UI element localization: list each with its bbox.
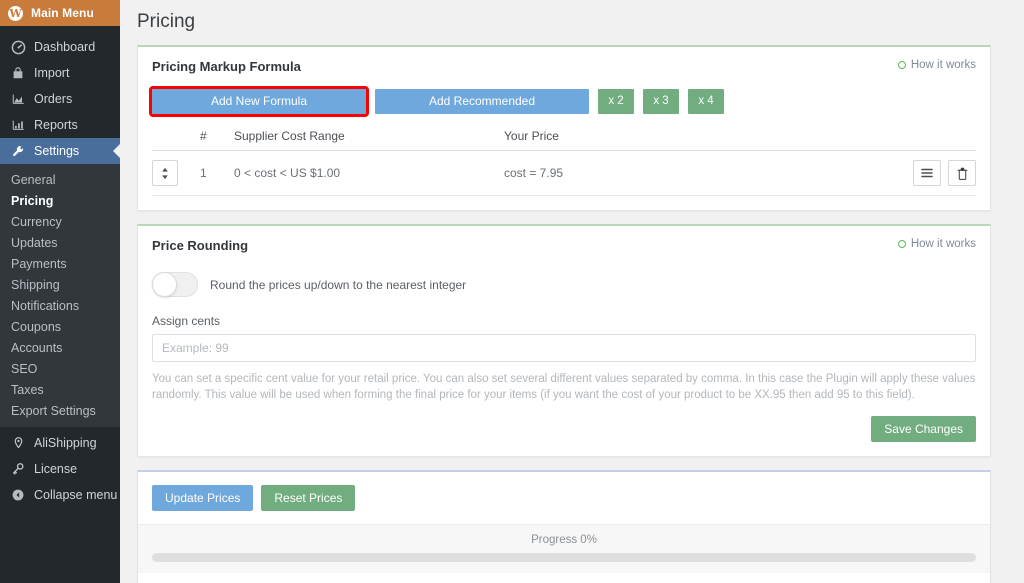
sidebar-subitem-updates[interactable]: Updates [0, 232, 120, 253]
sidebar-subitem-taxes[interactable]: Taxes [0, 379, 120, 400]
sidebar-subitem-seo[interactable]: SEO [0, 358, 120, 379]
info-circle-icon [897, 240, 906, 248]
bag-icon [9, 65, 27, 81]
hamburger-icon[interactable] [913, 160, 941, 186]
column-header-number: # [200, 129, 234, 151]
sidebar-item-label: Orders [34, 92, 73, 106]
sidebar-item-label: AliShipping [34, 436, 97, 450]
column-header-your-price: Your Price [504, 129, 804, 151]
multiplier-x3-button[interactable]: x 3 [643, 89, 679, 114]
column-header-actions [804, 129, 976, 151]
sidebar-subitem-general[interactable]: General [0, 169, 120, 190]
sidebar-item-label: Import [34, 66, 70, 80]
column-header-supplier-cost-range: Supplier Cost Range [234, 129, 504, 151]
app-window: W Main Menu Dashboard Import Orders Repo… [0, 0, 1024, 583]
assign-cents-label: Assign cents [152, 314, 221, 328]
sidebar-main-menu-header[interactable]: W Main Menu [0, 0, 120, 26]
column-header-handle [152, 129, 200, 151]
save-changes-button[interactable]: Save Changes [871, 416, 976, 442]
multiplier-x4-button[interactable]: x 4 [688, 89, 724, 114]
sidebar-item-settings[interactable]: Settings [0, 138, 121, 164]
row-your-price: cost = 7.95 [504, 150, 804, 196]
how-it-works-label: How it works [910, 238, 976, 250]
sidebar-item-label: License [34, 462, 78, 476]
round-prices-toggle-label: Round the prices up/down to the nearest … [210, 277, 467, 292]
main-content: Pricing Pricing Markup Formula How it wo… [120, 0, 1024, 583]
sidebar-item-orders[interactable]: Orders [0, 86, 120, 112]
toggle-knob [152, 272, 177, 297]
sidebar-item-label: Collapse menu [34, 488, 118, 502]
wordpress-logo-icon: W [8, 5, 23, 21]
sidebar-subitem-coupons[interactable]: Coupons [0, 316, 120, 337]
collapse-arrow-icon [9, 487, 27, 503]
sidebar-item-license[interactable]: License [0, 456, 120, 482]
assign-cents-input[interactable] [152, 334, 976, 362]
pricing-markup-formula-panel: Pricing Markup Formula How it works Add … [137, 45, 991, 211]
gauge-icon [9, 39, 27, 55]
price-action-buttons: Update Prices Reset Prices [152, 485, 976, 511]
progress-bar [152, 553, 976, 562]
main-menu-label: Main Menu [31, 6, 94, 20]
reset-prices-button[interactable]: Reset Prices [261, 485, 356, 511]
sidebar-subitem-accounts[interactable]: Accounts [0, 337, 120, 358]
update-prices-button[interactable]: Update Prices [152, 485, 254, 511]
row-actions-cell [804, 150, 976, 196]
price-actions-panel: Update Prices Reset Prices Progress 0% [137, 470, 991, 583]
sidebar-subitem-export-settings[interactable]: Export Settings [0, 400, 120, 421]
formula-table: # Supplier Cost Range Your Price 1 0 < c… [152, 129, 976, 196]
sidebar: W Main Menu Dashboard Import Orders Repo… [0, 0, 121, 583]
page-title: Pricing [137, 11, 196, 32]
assign-cents-help-text: You can set a specific cent value for yo… [152, 373, 976, 401]
wrench-icon [9, 143, 27, 159]
info-circle-icon [897, 61, 906, 69]
price-rounding-panel: Price Rounding How it works Round the pr… [137, 224, 991, 457]
area-chart-icon [9, 91, 27, 107]
key-icon [9, 461, 27, 477]
row-supplier-cost-range: 0 < cost < US $1.00 [234, 150, 504, 196]
table-row: 1 0 < cost < US $1.00 cost = 7.95 [152, 150, 976, 196]
sidebar-subitem-shipping[interactable]: Shipping [0, 274, 120, 295]
save-row: Save Changes [152, 416, 976, 442]
sidebar-subitem-payments[interactable]: Payments [0, 253, 120, 274]
round-prices-toggle[interactable] [152, 272, 198, 297]
formula-table-body: 1 0 < cost < US $1.00 cost = 7.95 [152, 150, 976, 196]
sort-updown-icon[interactable] [152, 160, 178, 186]
sidebar-item-alishipping[interactable]: AliShipping [0, 430, 120, 456]
sidebar-settings-submenu: General Pricing Currency Updates Payment… [0, 164, 120, 427]
how-it-works-label: How it works [910, 59, 976, 71]
sidebar-subitem-pricing[interactable]: Pricing [0, 190, 120, 211]
how-it-works-link-rounding[interactable]: How it works [897, 238, 976, 250]
sidebar-bottom-nav: AliShipping License Collapse menu [0, 427, 120, 508]
progress-label: Progress 0% [531, 534, 597, 546]
row-number: 1 [200, 150, 234, 196]
sidebar-item-label: Dashboard [34, 40, 96, 54]
multiplier-x2-button[interactable]: x 2 [598, 89, 634, 114]
row-handle-cell [152, 150, 200, 196]
formula-action-buttons: Add New Formula Add Recommended x 2 x 3 … [149, 86, 976, 117]
panel-title-markup-formula: Pricing Markup Formula [152, 59, 301, 74]
bar-chart-icon [9, 117, 27, 133]
location-pin-icon [9, 435, 27, 451]
sidebar-subitem-currency[interactable]: Currency [0, 211, 120, 232]
table-header-row: # Supplier Cost Range Your Price [152, 129, 976, 151]
sidebar-subitem-notifications[interactable]: Notifications [0, 295, 120, 316]
sidebar-main-nav: Dashboard Import Orders Reports Settings [0, 26, 121, 164]
how-it-works-link-markup[interactable]: How it works [897, 59, 976, 71]
progress-section: Progress 0% [138, 524, 990, 573]
sidebar-item-label: Reports [34, 118, 78, 132]
formula-table-head: # Supplier Cost Range Your Price [152, 129, 976, 151]
round-prices-toggle-row: Round the prices up/down to the nearest … [152, 272, 976, 297]
panel-footer-spacer [138, 573, 990, 583]
sidebar-item-dashboard[interactable]: Dashboard [0, 34, 120, 60]
sidebar-item-label: Settings [34, 144, 80, 158]
add-new-formula-button[interactable]: Add New Formula [149, 86, 369, 117]
sidebar-item-reports[interactable]: Reports [0, 112, 120, 138]
sidebar-item-collapse-menu[interactable]: Collapse menu [0, 482, 120, 508]
panel-title-price-rounding: Price Rounding [152, 238, 249, 253]
trash-icon[interactable] [948, 160, 976, 186]
add-recommended-button[interactable]: Add Recommended [375, 89, 589, 114]
sidebar-item-import[interactable]: Import [0, 60, 120, 86]
